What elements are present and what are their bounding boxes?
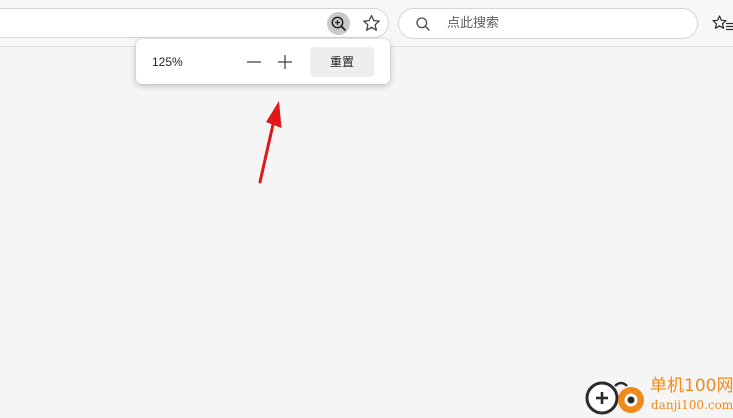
watermark-brand: 单机100网 <box>650 376 733 396</box>
add-favorite-button[interactable] <box>360 12 383 35</box>
site-watermark: 单机100网 danji100.com <box>585 374 733 418</box>
danji100-logo-icon <box>585 381 644 415</box>
favorites-list-button[interactable] <box>711 12 733 35</box>
search-placeholder: 点此搜索 <box>447 16 500 31</box>
zoom-reset-button[interactable]: 重置 <box>310 47 374 77</box>
minus-icon <box>247 61 261 63</box>
zoom-in-button[interactable] <box>275 52 295 72</box>
star-outline-icon <box>363 14 380 31</box>
zoom-level-value: 125% <box>152 55 183 69</box>
plus-icon <box>278 55 292 69</box>
red-arrow-annotation <box>258 101 282 184</box>
star-with-lines-icon <box>712 15 733 31</box>
zoom-popup: 125% 重置 <box>136 39 390 84</box>
zoom-out-button[interactable] <box>244 52 264 72</box>
watermark-url: danji100.com <box>651 398 733 412</box>
zoom-in-magnifier-icon <box>331 16 346 31</box>
search-icon <box>416 17 430 31</box>
search-box[interactable]: 点此搜索 <box>398 8 698 39</box>
zoom-indicator-button[interactable] <box>327 12 350 35</box>
